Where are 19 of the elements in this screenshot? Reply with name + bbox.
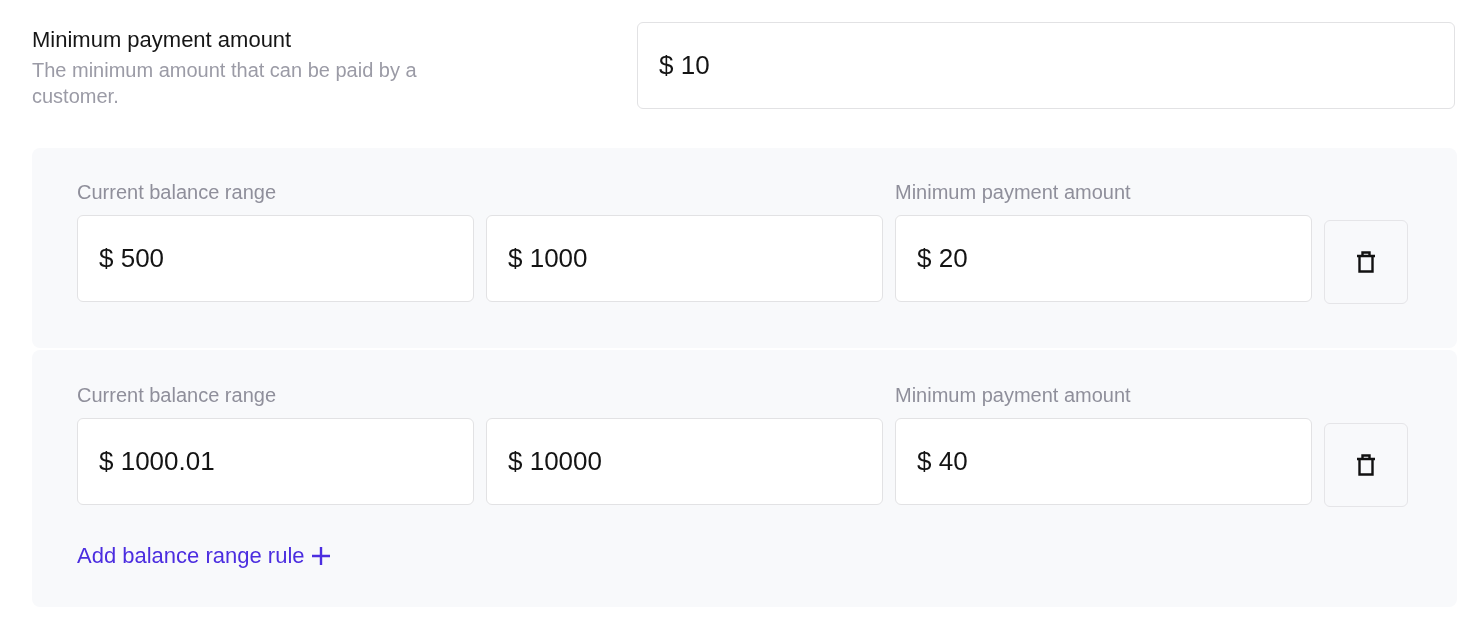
- delete-button[interactable]: [1324, 220, 1408, 304]
- amount-label: Minimum payment amount: [895, 180, 1132, 204]
- range-to-field[interactable]: $ 1000: [486, 215, 883, 302]
- range-from-field[interactable]: $ 500: [77, 215, 474, 302]
- amount-field[interactable]: $ 10: [637, 22, 1455, 109]
- add-rule-link[interactable]: Add balance range rule: [77, 543, 331, 569]
- range-to-field[interactable]: $ 10000: [486, 418, 883, 505]
- amount-field[interactable]: $ 40: [895, 418, 1312, 505]
- plus-icon: [310, 546, 331, 566]
- trash-icon: [1356, 454, 1376, 476]
- amount-field[interactable]: $ 20: [895, 215, 1312, 302]
- trash-icon: [1356, 251, 1376, 273]
- amount-label: Minimum payment amount: [895, 383, 1132, 407]
- field-description: The minimum amount that can be paid by a customer.: [32, 58, 418, 109]
- range-label: Current balance range: [77, 383, 277, 407]
- field-label: Minimum payment amount: [32, 27, 293, 53]
- delete-button[interactable]: [1324, 423, 1408, 507]
- range-from-field[interactable]: $ 1000.01: [77, 418, 474, 505]
- range-label: Current balance range: [77, 180, 277, 204]
